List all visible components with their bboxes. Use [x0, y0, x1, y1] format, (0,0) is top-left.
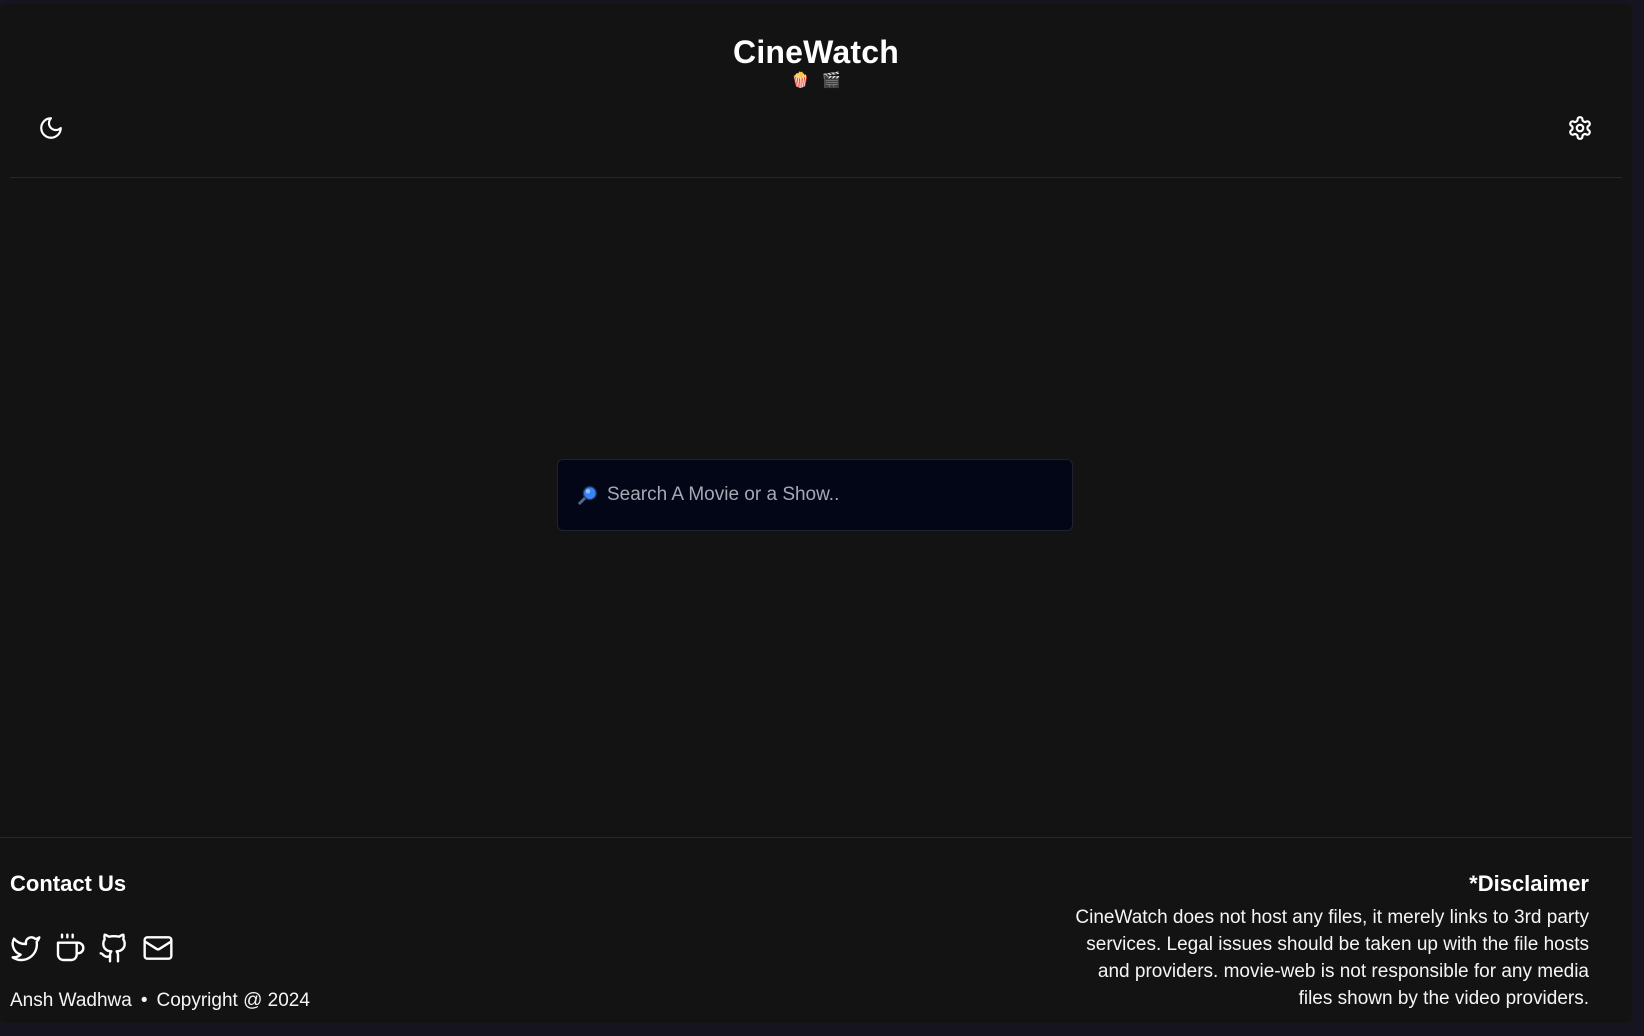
popcorn-icon: 🍿	[791, 72, 810, 89]
site-footer: Contact Us Ansh Wadhwa • Copyright @ 202…	[0, 837, 1632, 1023]
theme-toggle-button[interactable]	[31, 108, 71, 148]
search-input[interactable]	[605, 483, 1056, 507]
author-name: Ansh Wadhwa	[10, 990, 132, 1011]
site-title: CineWatch	[733, 34, 899, 70]
github-icon[interactable]	[98, 932, 130, 964]
coffee-icon[interactable]	[54, 932, 86, 964]
separator-dot: •	[140, 990, 148, 1011]
contact-heading: Contact Us	[10, 871, 127, 896]
clapperboard-icon: 🎬	[822, 72, 841, 89]
twitter-icon[interactable]	[10, 932, 42, 964]
copyright-text: Copyright @ 2024	[156, 990, 310, 1011]
social-links	[10, 932, 174, 964]
mail-icon[interactable]	[142, 932, 174, 964]
search-box[interactable]	[557, 459, 1073, 531]
moon-icon	[40, 117, 62, 139]
settings-button[interactable]	[1560, 108, 1600, 148]
site-header: CineWatch 🍿 🎬	[10, 4, 1622, 178]
credits: Ansh Wadhwa • Copyright @ 2024	[10, 990, 310, 1012]
gear-icon	[1569, 116, 1591, 140]
title-emojis: 🍿 🎬	[10, 71, 1622, 91]
magnifier-icon	[577, 484, 599, 506]
disclaimer-text: CineWatch does not host any files, it me…	[1075, 907, 1589, 1009]
app-window: CineWatch 🍿 🎬 Contact Us	[0, 4, 1632, 1023]
disclaimer-heading: *Disclaimer	[1469, 871, 1589, 896]
